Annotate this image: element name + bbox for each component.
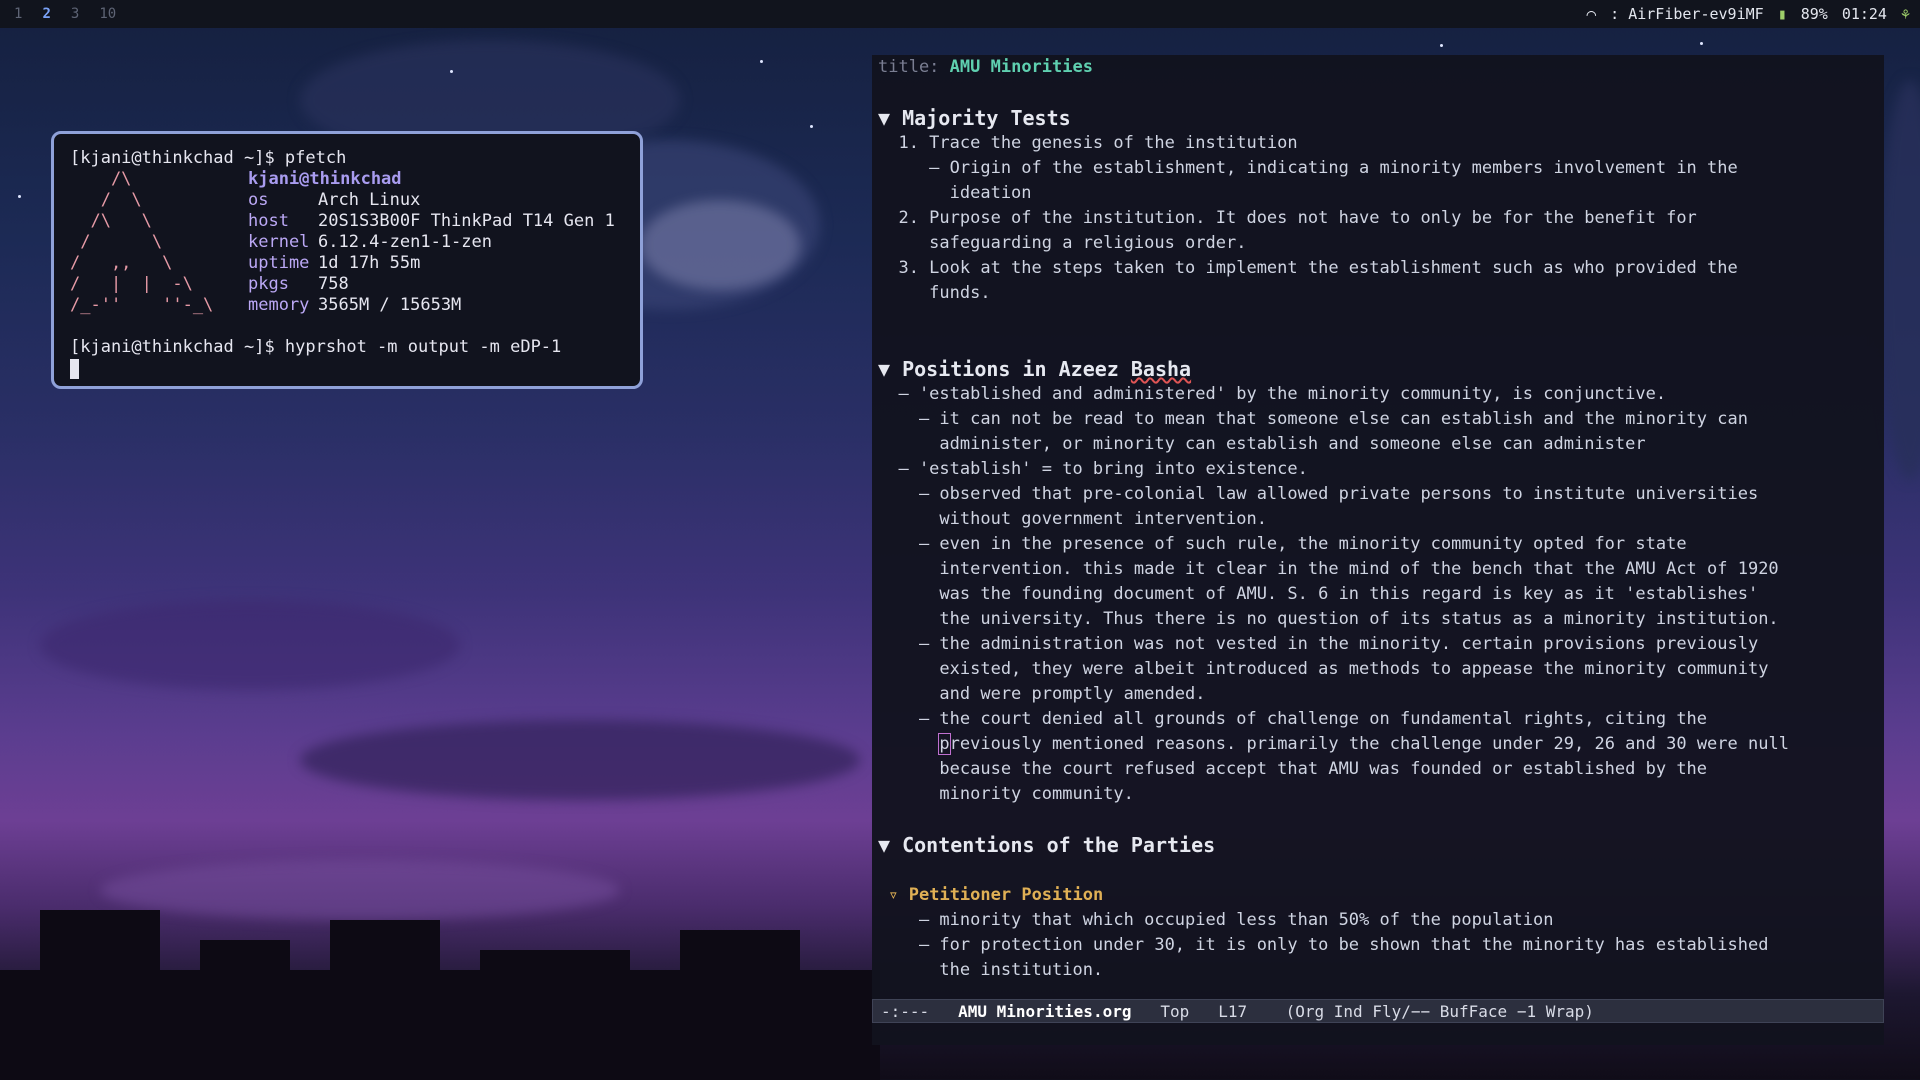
city-building	[480, 950, 630, 1080]
title-line: title: AMU Minorities	[878, 57, 1093, 77]
cloud	[1880, 80, 1920, 480]
fold-arrow-icon[interactable]: ▼	[878, 833, 890, 857]
text-line: intervention. this made it clear in the …	[878, 559, 1779, 579]
pfetch-value: 3565M / 15653M	[318, 295, 462, 315]
text-line: 2. Purpose of the institution. It does n…	[878, 208, 1697, 228]
text-line: — 'established and administered' by the …	[878, 384, 1667, 404]
text-line: funds.	[878, 283, 991, 303]
text-line: — it can not be read to mean that someon…	[878, 409, 1748, 429]
text-line: 1. Trace the genesis of the institution	[878, 133, 1298, 153]
workspace-button-2[interactable]: 2	[42, 6, 50, 22]
workspace-button-10[interactable]: 10	[99, 6, 116, 22]
document-title: AMU Minorities	[949, 57, 1093, 77]
star	[1440, 44, 1443, 47]
pfetch-value: Arch Linux	[318, 190, 421, 210]
workspace-list: 1 2 3 10	[0, 6, 116, 22]
cloud	[40, 600, 460, 690]
heading-positions-in-azeez-basha[interactable]: ▼ Positions in Azeez Basha	[878, 356, 1884, 382]
text-line: without government intervention.	[878, 509, 1267, 529]
text-line: — minority that which occupied less than…	[878, 910, 1554, 930]
arch-logo-line: / | | -\	[70, 274, 193, 294]
editor-cursor: p	[938, 733, 951, 755]
cloud	[300, 720, 860, 800]
text-line: — the administration was not vested in t…	[878, 634, 1759, 654]
star	[760, 60, 763, 63]
arch-logo-line: /\ \	[70, 211, 152, 231]
top-bar: 1 2 3 10 ◠ : AirFiber-ev9iMF ▮ 89% 01:24…	[0, 0, 1920, 28]
star	[1700, 42, 1703, 45]
text-line: was the founding document of AMU. S. 6 i…	[878, 584, 1759, 604]
tray-icon[interactable]: ⚘	[1901, 5, 1910, 23]
arch-logo-line: / ,, \	[70, 253, 173, 273]
text-line: the institution.	[878, 960, 1104, 980]
text-line: administer, or minority can establish an…	[878, 434, 1646, 454]
text-line: the university. Thus there is no questio…	[878, 609, 1779, 629]
network-name[interactable]: : AirFiber-ev9iMF	[1610, 5, 1764, 23]
heading-majority-tests[interactable]: ▼ Majority Tests	[878, 105, 1884, 131]
spellcheck-word[interactable]: Basha	[1131, 357, 1191, 381]
pfetch-key: kernel	[248, 232, 310, 252]
pfetch-key: memory	[248, 295, 310, 315]
text-line: 3. Look at the steps taken to implement …	[878, 258, 1738, 278]
fold-arrow-icon[interactable]: ▼	[878, 357, 890, 381]
city-building	[40, 910, 160, 1080]
battery-icon: ▮	[1777, 5, 1787, 23]
text-line: ideation	[878, 183, 1032, 203]
star	[18, 195, 21, 198]
pfetch-key: uptime	[248, 253, 310, 273]
fold-arrow-icon[interactable]: ▼	[878, 106, 890, 130]
pfetch-user: kjani@thinkchad	[248, 169, 402, 189]
pfetch-key: pkgs	[248, 274, 289, 294]
terminal-window[interactable]: [kjani@thinkchad ~]$ pfetch /\ kjani@thin…	[51, 131, 643, 389]
text-line: because the court refused accept that AM…	[878, 759, 1708, 779]
text-line: minority community.	[878, 784, 1134, 804]
text-line: — Origin of the establishment, indicatin…	[878, 158, 1738, 178]
major-mode[interactable]: (Org Ind Fly/−− BufFace −1 Wrap)	[1286, 1002, 1594, 1021]
star	[810, 125, 813, 128]
cursor-line: previously mentioned reasons. primarily …	[938, 733, 1789, 755]
cloud	[640, 200, 800, 290]
pfetch-value: 20S1S3B00F ThinkPad T14 Gen 1	[318, 211, 615, 231]
buffer-name[interactable]: AMU Minorities.org	[958, 1002, 1131, 1021]
battery-percent: 89%	[1800, 5, 1828, 23]
text-line: existed, they were albeit introduced as …	[878, 659, 1769, 679]
arch-logo-line: / \	[70, 190, 142, 210]
subheading-petitioner-position[interactable]: ▿ Petitioner Position	[878, 883, 1884, 908]
workspace-button-3[interactable]: 3	[71, 6, 79, 22]
wifi-icon[interactable]: ◠	[1587, 5, 1597, 24]
pfetch-value: 758	[318, 274, 349, 294]
status-area: ◠ : AirFiber-ev9iMF ▮ 89% 01:24 ⚘	[1587, 5, 1920, 24]
star	[450, 70, 453, 73]
text-line: — the court denied all grounds of challe…	[878, 709, 1708, 729]
arch-logo-line: / \	[70, 232, 163, 252]
pfetch-key: os	[248, 190, 269, 210]
emacs-window[interactable]: title: AMU Minorities ▼ Majority Tests 1…	[872, 55, 1884, 1045]
city-building	[200, 940, 290, 1080]
heading-contentions-of-the-parties[interactable]: ▼ Contentions of the Parties	[878, 832, 1884, 858]
emacs-modeline: -:--- AMU Minorities.org Top L17 (Org In…	[872, 999, 1884, 1023]
terminal-prompt-line: [kjani@thinkchad ~]$ pfetch	[70, 148, 347, 168]
text-line: — for protection under 30, it is only to…	[878, 935, 1769, 955]
text-line: safeguarding a religious order.	[878, 233, 1247, 253]
city-building	[680, 930, 800, 1080]
fold-arrow-small-icon[interactable]: ▿	[888, 885, 898, 905]
pfetch-value: 1d 17h 55m	[318, 253, 421, 273]
text-line: — observed that pre-colonial law allowed…	[878, 484, 1759, 504]
arch-logo-line: /\	[70, 169, 132, 189]
terminal-command-line: [kjani@thinkchad ~]$ hyprshot -m output …	[70, 337, 562, 357]
clock: 01:24	[1841, 5, 1887, 23]
terminal-cursor	[70, 359, 79, 379]
text-line: — 'establish' = to bring into existence.	[878, 459, 1308, 479]
org-buffer[interactable]: title: AMU Minorities ▼ Majority Tests 1…	[878, 55, 1884, 1005]
workspace-button-1[interactable]: 1	[14, 6, 22, 22]
text-line: — even in the presence of such rule, the…	[878, 534, 1687, 554]
cloud	[100, 860, 620, 920]
arch-logo-line: /_-'' ''-_\	[70, 295, 214, 315]
city-building	[330, 920, 440, 1080]
text-line: and were promptly amended.	[878, 684, 1206, 704]
pfetch-key: host	[248, 211, 289, 231]
pfetch-value: 6.12.4-zen1-1-zen	[318, 232, 492, 252]
